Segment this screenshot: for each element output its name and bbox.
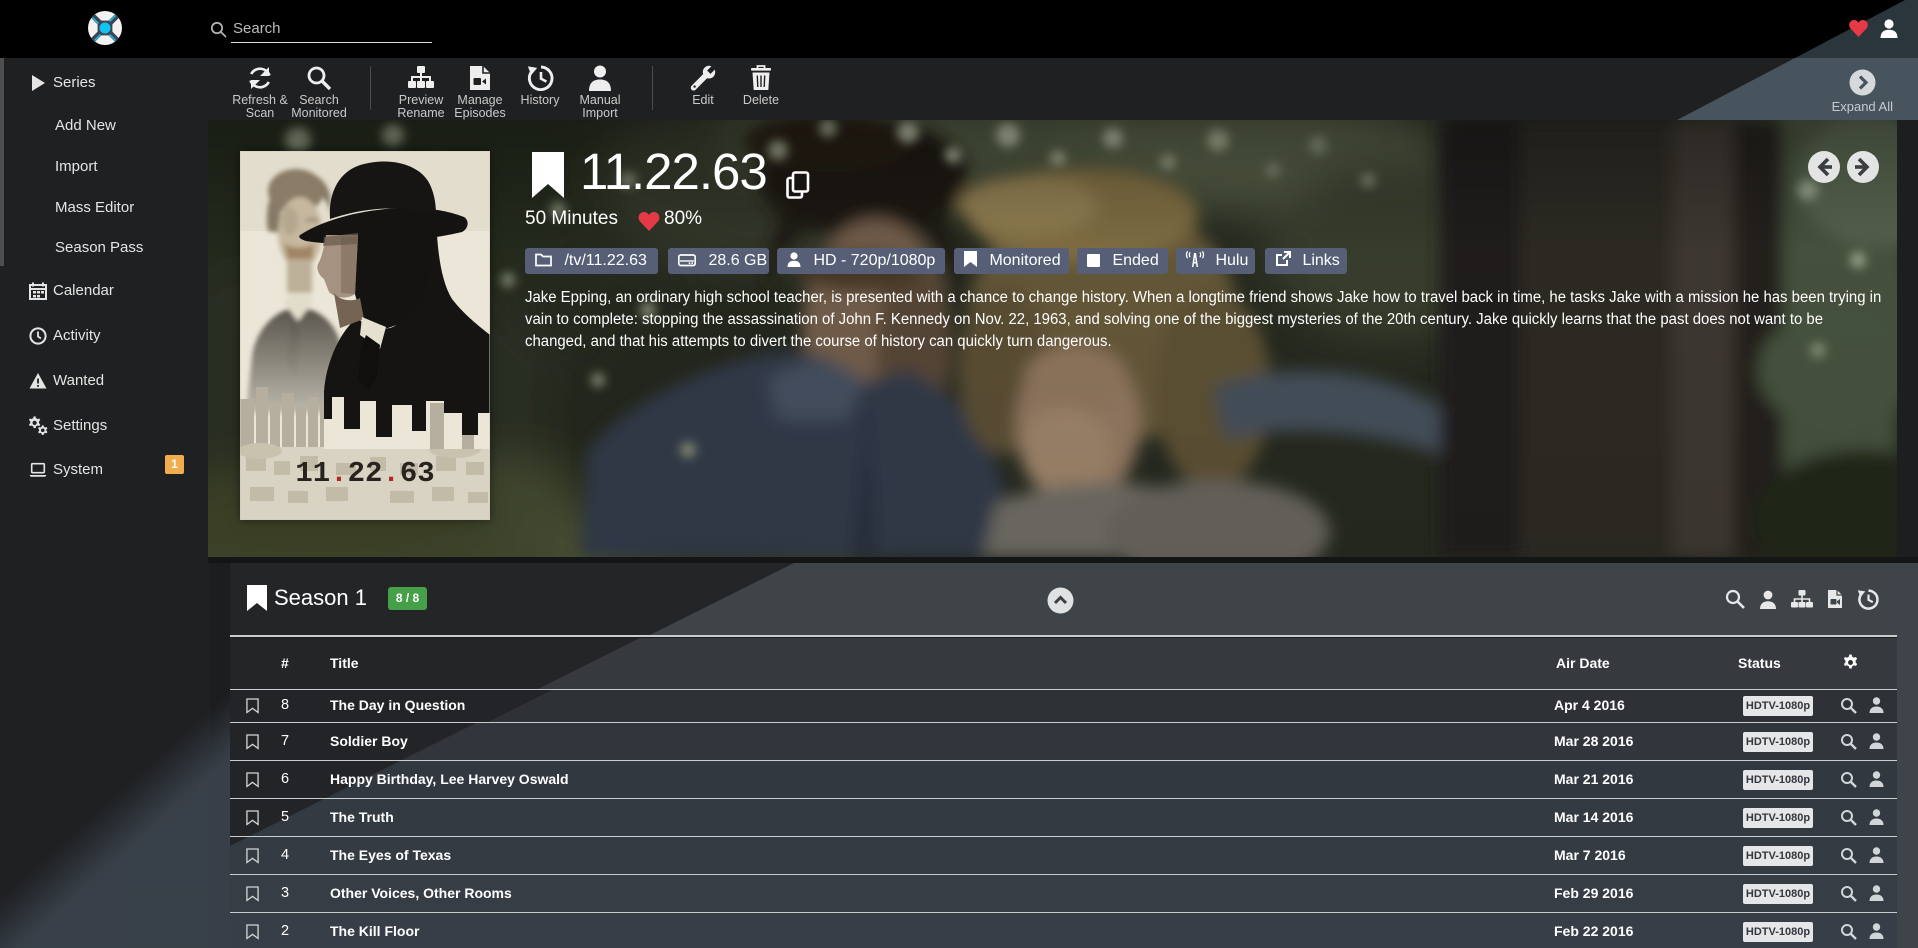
svg-text:11.22.63: 11.22.63	[295, 457, 434, 490]
